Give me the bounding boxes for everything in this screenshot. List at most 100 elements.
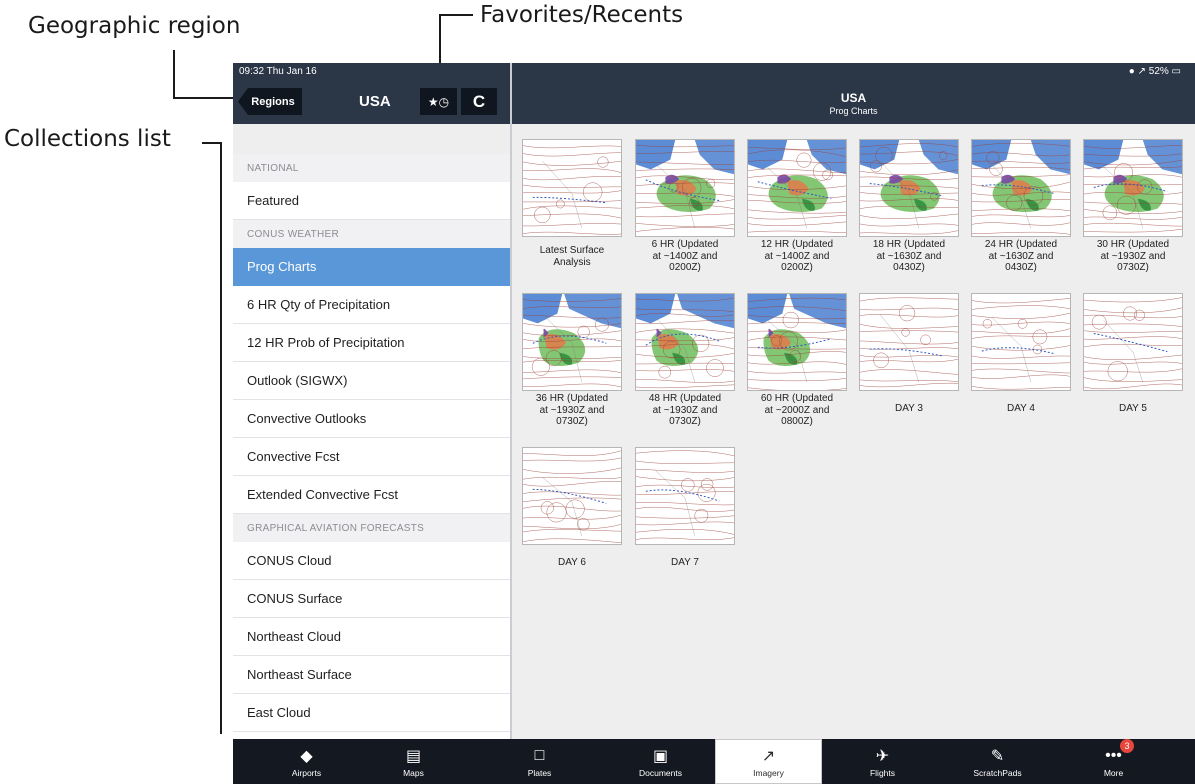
- collection-item[interactable]: Northeast Surface: [233, 656, 510, 694]
- page-title: USA: [840, 91, 867, 105]
- refresh-button[interactable]: C: [461, 88, 497, 115]
- callout-line: [220, 142, 222, 734]
- weather-map-image: [635, 139, 735, 237]
- collection-item[interactable]: Prog Charts: [233, 248, 510, 286]
- tab-label: More: [1103, 767, 1124, 778]
- weather-map-image: [859, 293, 959, 391]
- weather-map-image: [635, 293, 735, 391]
- ipad-screen: 09:32 Thu Jan 16 Regions USA ★◷ C ● ↗ 52…: [233, 63, 1195, 784]
- sidebar-header: 09:32 Thu Jan 16 Regions USA ★◷ C: [233, 63, 510, 124]
- main-header: ● ↗ 52% ▭ USA Prog Charts: [512, 63, 1195, 124]
- weather-map-image: [971, 293, 1071, 391]
- thumbnail-label: 24 HR (Updated at ~1630Z and 0430Z): [984, 239, 1058, 273]
- annotated-screenshot: Geographic region Favorites/Recents Coll…: [0, 0, 1195, 784]
- thumbnail-label: 60 HR (Updated at ~2000Z and 0800Z): [760, 393, 834, 427]
- favorites-recents-button[interactable]: ★◷: [420, 88, 457, 115]
- collection-item[interactable]: Extended Convective Fcst: [233, 476, 510, 514]
- callout-favorites-recents: Favorites/Recents: [480, 2, 684, 28]
- chart-thumbnail[interactable]: 12 HR (Updated at ~1400Z and 0200Z): [747, 139, 847, 274]
- tab-imagery[interactable]: ↗ Imagery: [715, 739, 822, 784]
- thumbnail-grid: Latest Surface Analysis 6 HR (Updated at …: [512, 124, 1195, 739]
- tab-flights[interactable]: ✈ Flights: [829, 739, 936, 784]
- collection-item[interactable]: Northeast Cloud: [233, 618, 510, 656]
- weather-map-image: [859, 139, 959, 237]
- tab-airports[interactable]: ◆ Airports: [253, 739, 360, 784]
- weather-map-image: [522, 447, 622, 545]
- collection-item[interactable]: Outlook (SIGWX): [233, 362, 510, 400]
- regions-back-button[interactable]: Regions: [238, 88, 302, 115]
- weather-map-image: [1083, 139, 1183, 237]
- callout-geographic-region: Geographic region: [28, 13, 241, 39]
- weather-map-image: [747, 293, 847, 391]
- chart-thumbnail[interactable]: DAY 4: [971, 293, 1071, 415]
- tab-label: Airports: [291, 767, 322, 778]
- page-subtitle: Prog Charts: [829, 106, 878, 116]
- collection-item[interactable]: East Surface: [233, 732, 510, 739]
- weather-map-image: [747, 139, 847, 237]
- documents-icon: ▣: [652, 747, 669, 765]
- chart-thumbnail[interactable]: 36 HR (Updated at ~1930Z and 0730Z): [522, 293, 622, 428]
- collection-item[interactable]: Featured: [233, 182, 510, 220]
- favorites-recents-icon: ★◷: [427, 94, 450, 109]
- region-title: USA: [359, 93, 391, 110]
- thumbnail-label: 48 HR (Updated at ~1930Z and 0730Z): [648, 393, 722, 427]
- chart-thumbnail[interactable]: 48 HR (Updated at ~1930Z and 0730Z): [635, 293, 735, 428]
- collection-item[interactable]: East Cloud: [233, 694, 510, 732]
- maps-icon: ▤: [405, 747, 422, 765]
- weather-map-image: [1083, 293, 1183, 391]
- tab-more[interactable]: ••• More 3: [1060, 739, 1167, 784]
- thumbnail-label: 36 HR (Updated at ~1930Z and 0730Z): [535, 393, 609, 427]
- collection-item[interactable]: Convective Outlooks: [233, 400, 510, 438]
- tab-maps[interactable]: ▤ Maps: [360, 739, 467, 784]
- callout-line: [173, 97, 236, 99]
- weather-map-image: [971, 139, 1071, 237]
- collection-item[interactable]: CONUS Surface: [233, 580, 510, 618]
- collection-item[interactable]: Convective Fcst: [233, 438, 510, 476]
- collections-list: NATIONAL Featured CONUS WEATHER Prog Charts…: [233, 154, 510, 739]
- chart-thumbnail[interactable]: DAY 3: [859, 293, 959, 415]
- tab-plates[interactable]: □ Plates: [486, 739, 593, 784]
- chart-thumbnail[interactable]: 6 HR (Updated at ~1400Z and 0200Z): [635, 139, 735, 274]
- callout-line: [202, 142, 221, 144]
- status-time: 09:32 Thu Jan 16: [239, 66, 317, 77]
- section-header: NATIONAL: [233, 154, 510, 182]
- thumbnail-label: DAY 4: [1007, 403, 1035, 414]
- tab-bar: ◆ Airports ▤ Maps □ Plates ▣ Documents ↗ Imagery ✈…: [233, 739, 1195, 784]
- chart-thumbnail[interactable]: 24 HR (Updated at ~1630Z and 0430Z): [971, 139, 1071, 274]
- imagery-icon: ↗: [761, 747, 776, 765]
- tab-scratchpads[interactable]: ✎ ScratchPads: [944, 739, 1051, 784]
- chart-thumbnail[interactable]: 18 HR (Updated at ~1630Z and 0430Z): [859, 139, 959, 274]
- chart-thumbnail[interactable]: 30 HR (Updated at ~1930Z and 0730Z): [1083, 139, 1183, 274]
- thumbnail-label: 6 HR (Updated at ~1400Z and 0200Z): [651, 239, 719, 273]
- callout-line: [439, 14, 473, 16]
- thumbnail-label: Latest Surface Analysis: [539, 245, 605, 268]
- thumbnail-label: DAY 6: [558, 557, 586, 568]
- tab-label: Flights: [869, 767, 896, 778]
- chart-thumbnail[interactable]: Latest Surface Analysis: [522, 139, 622, 268]
- thumbnail-label: DAY 5: [1119, 403, 1147, 414]
- callout-collections-list: Collections list: [4, 126, 171, 152]
- section-header: GRAPHICAL AVIATION FORECASTS: [233, 514, 510, 542]
- weather-map-image: [635, 447, 735, 545]
- chart-thumbnail[interactable]: DAY 6: [522, 447, 622, 569]
- chart-thumbnail[interactable]: 60 HR (Updated at ~2000Z and 0800Z): [747, 293, 847, 428]
- chart-thumbnail[interactable]: DAY 7: [635, 447, 735, 569]
- tab-documents[interactable]: ▣ Documents: [607, 739, 714, 784]
- thumbnail-label: 30 HR (Updated at ~1930Z and 0730Z): [1096, 239, 1170, 273]
- weather-map-image: [522, 293, 622, 391]
- collection-item[interactable]: 6 HR Qty of Precipitation: [233, 286, 510, 324]
- tab-label: Maps: [403, 767, 424, 778]
- thumbnail-label: DAY 7: [671, 557, 699, 568]
- notification-badge: 3: [1120, 739, 1134, 753]
- flights-icon: ✈: [875, 747, 890, 765]
- tab-label: Documents: [639, 767, 682, 778]
- collection-item[interactable]: CONUS Cloud: [233, 542, 510, 580]
- thumbnail-label: DAY 3: [895, 403, 923, 414]
- callout-line: [173, 50, 175, 98]
- chart-thumbnail[interactable]: DAY 5: [1083, 293, 1183, 415]
- thumbnail-label: 12 HR (Updated at ~1400Z and 0200Z): [760, 239, 834, 273]
- status-indicators: ● ↗ 52% ▭: [1128, 66, 1181, 77]
- scratchpads-icon: ✎: [990, 747, 1005, 765]
- collection-item[interactable]: 12 HR Prob of Precipitation: [233, 324, 510, 362]
- refresh-icon: C: [472, 91, 486, 111]
